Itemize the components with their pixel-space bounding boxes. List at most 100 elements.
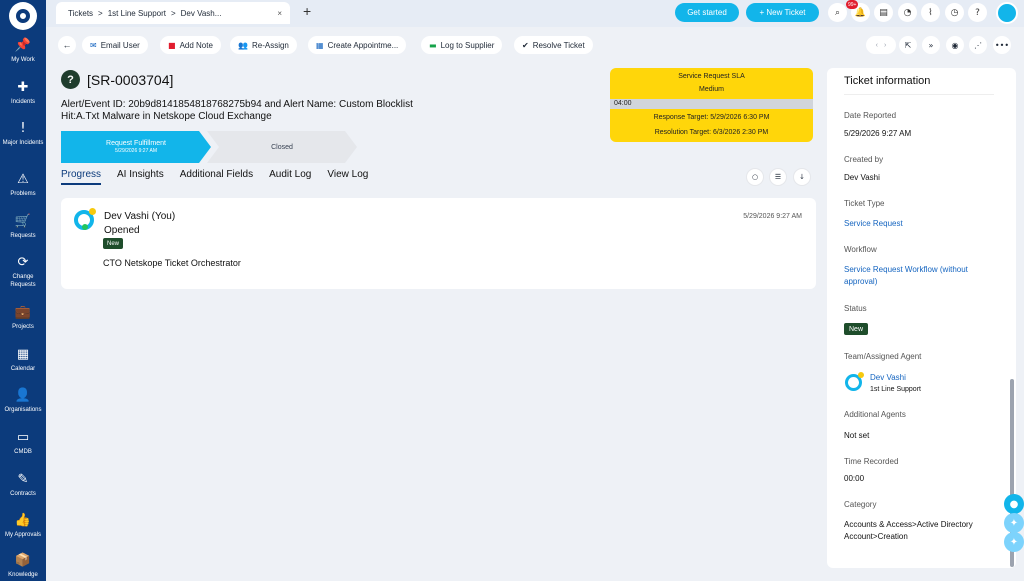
- status-badge: New: [103, 238, 124, 249]
- ticket-toolbar: ← ✉ Email User ■ Add Note 👥 Re-Assign ▦ Crea…: [46, 32, 1024, 58]
- search-icon[interactable]: ⌕: [828, 3, 847, 22]
- category-label: Category: [844, 500, 877, 509]
- double-chevron-icon[interactable]: »: [922, 36, 940, 54]
- tab-audit-log[interactable]: Audit Log: [269, 169, 311, 185]
- more-icon[interactable]: •••: [993, 36, 1011, 54]
- sidebar-item-label: Change Requests: [10, 274, 36, 288]
- thumbs-up-icon: 👍: [14, 513, 32, 528]
- sidebar-item-calendar[interactable]: ▦ Calendar: [0, 347, 46, 373]
- activity-user: Dev Vashi (You): [104, 211, 176, 222]
- breadcrumb-separator: >: [98, 8, 103, 18]
- briefcase-icon: 💼: [14, 305, 32, 320]
- sla-response-target: Response Target: 5/29/2026 6:30 PM: [653, 114, 770, 121]
- clipboard-icon[interactable]: ▤: [874, 3, 893, 22]
- sparkle-icon[interactable]: ✦: [1004, 513, 1024, 533]
- sla-panel: Service Request SLA Medium 04:00 Respons…: [610, 68, 813, 142]
- sidebar-item-change-requests[interactable]: ⟳ Change Requests: [0, 255, 46, 289]
- sidebar-item-label: Problems: [10, 191, 36, 197]
- ticket-summary-line2: Hit:A.Txt Malware in Netskope Cloud Exch…: [61, 111, 272, 122]
- divider: [844, 94, 994, 95]
- breadcrumb-separator: >: [170, 8, 176, 18]
- sidebar-item-label: Knowledge: [8, 572, 38, 578]
- ticket-type-value[interactable]: Service Request: [844, 218, 996, 230]
- exclamation-icon: !: [20, 121, 26, 136]
- eye-icon[interactable]: ◉: [946, 36, 964, 54]
- sidebar-item-organisations[interactable]: 👤 Organisations: [0, 388, 46, 414]
- dashboard-icon[interactable]: ◔: [898, 3, 917, 22]
- stage-request-fulfillment[interactable]: Request Fulfillment 5/29/2026 9:27 AM: [61, 131, 211, 163]
- log-to-supplier-button[interactable]: ▬ Log to Supplier: [421, 36, 503, 54]
- sidebar-item-my-approvals[interactable]: 👍 My Approvals: [0, 513, 46, 539]
- email-user-button[interactable]: ✉ Email User: [82, 36, 148, 54]
- activity-time: 5/29/2026 9:27 AM: [743, 213, 802, 220]
- ticket-summary-line1: Alert/Event ID: 20b9d8141854818768275b94…: [61, 99, 413, 110]
- create-appointment-button[interactable]: ▦ Create Appointme...: [308, 36, 407, 54]
- envelope-icon: ✉: [90, 40, 97, 50]
- breadcrumb-team[interactable]: 1st Line Support: [108, 9, 166, 18]
- back-button[interactable]: ←: [58, 36, 76, 54]
- sidebar-item-projects[interactable]: 💼 Projects: [0, 305, 46, 331]
- comment-icon[interactable]: ○: [746, 168, 764, 186]
- sla-priority: Medium: [699, 86, 724, 93]
- close-tab-icon[interactable]: ×: [277, 9, 282, 18]
- agent-avatar: [845, 372, 864, 391]
- filter-icon[interactable]: ☰: [769, 168, 787, 186]
- agent-name[interactable]: Dev Vashi: [870, 372, 990, 384]
- sidebar-item-requests[interactable]: 🛒 Requests: [0, 214, 46, 240]
- additional-agents-label: Additional Agents: [844, 410, 906, 419]
- refresh-icon: ⟳: [17, 255, 29, 270]
- get-started-button[interactable]: Get started: [675, 3, 739, 22]
- sidebar-item-knowledge[interactable]: 📦 Knowledge: [0, 553, 46, 579]
- tab-view-log[interactable]: View Log: [327, 169, 368, 185]
- new-ticket-button[interactable]: + New Ticket: [746, 3, 819, 22]
- sidebar-item-incidents[interactable]: ✚ Incidents: [0, 80, 46, 106]
- share-icon[interactable]: ⋰: [969, 36, 987, 54]
- agent-team: 1st Line Support: [870, 386, 921, 393]
- contract-icon: ✎: [17, 472, 29, 487]
- ticket-type-label: Ticket Type: [844, 199, 885, 208]
- ticket-tab[interactable]: Tickets > 1st Line Support > Dev Vash...…: [56, 2, 290, 24]
- sla-elapsed: 04:00: [614, 100, 632, 107]
- sort-down-icon[interactable]: ↓: [793, 168, 811, 186]
- sidebar-item-my-work[interactable]: 📌 My Work: [0, 38, 46, 64]
- users-icon: 👥: [238, 40, 248, 50]
- clock-icon[interactable]: ◷: [945, 3, 964, 22]
- chat-icon[interactable]: ●: [1004, 494, 1024, 514]
- tab-additional-fields[interactable]: Additional Fields: [180, 169, 253, 185]
- activity-card: Dev Vashi (You) Opened New 5/29/2026 9:2…: [61, 198, 816, 289]
- category-value: Accounts & Access>Active Directory Accou…: [844, 520, 973, 541]
- truck-icon: ▬: [429, 40, 437, 50]
- stage-closed[interactable]: Closed: [207, 131, 357, 163]
- sparkle-icon[interactable]: ✦: [1004, 532, 1024, 552]
- help-icon[interactable]: ?: [968, 3, 987, 22]
- team-agent-label: Team/Assigned Agent: [844, 352, 922, 361]
- app-logo[interactable]: [9, 2, 37, 30]
- tab-ai-insights[interactable]: AI Insights: [117, 169, 164, 185]
- reassign-button[interactable]: 👥 Re-Assign: [230, 36, 297, 54]
- workflow-value[interactable]: Service Request Workflow (without approv…: [844, 264, 996, 288]
- ticket-information-panel: Ticket information Date Reported 5/29/20…: [827, 68, 1016, 568]
- tab-progress[interactable]: Progress: [61, 169, 102, 185]
- ticket-pager[interactable]: ‹ ›: [866, 36, 896, 54]
- resolve-ticket-button[interactable]: ✔ Resolve Ticket: [514, 36, 593, 54]
- sidebar-item-major-incidents[interactable]: ! Major Incidents: [0, 121, 46, 147]
- add-note-button[interactable]: ■ Add Note: [160, 36, 221, 54]
- open-external-icon[interactable]: ⇱: [899, 36, 917, 54]
- calendar-icon: ▦: [316, 40, 324, 50]
- sidebar-item-contracts[interactable]: ✎ Contracts: [0, 472, 46, 498]
- user-avatar[interactable]: [996, 2, 1018, 24]
- resolve-ticket-label: Resolve Ticket: [532, 40, 585, 50]
- breadcrumb-ticket[interactable]: Dev Vash...: [181, 9, 222, 18]
- detail-tabs: Progress AI Insights Additional Fields A…: [61, 169, 368, 185]
- sidebar-item-label: Projects: [12, 324, 34, 330]
- date-reported-label: Date Reported: [844, 111, 897, 120]
- breadcrumb-tickets[interactable]: Tickets: [68, 9, 93, 18]
- activity-message: CTO Netskope Ticket Orchestrator: [103, 258, 241, 268]
- new-tab-button[interactable]: +: [303, 3, 311, 19]
- panel-title: Ticket information: [844, 75, 931, 87]
- sidebar-item-problems[interactable]: ⚠ Problems: [0, 172, 46, 198]
- prev-icon[interactable]: ‹: [876, 42, 878, 49]
- rss-icon[interactable]: ⌇: [921, 3, 940, 22]
- next-icon[interactable]: ›: [884, 42, 886, 49]
- sidebar-item-cmdb[interactable]: ▭ CMDB: [0, 430, 46, 456]
